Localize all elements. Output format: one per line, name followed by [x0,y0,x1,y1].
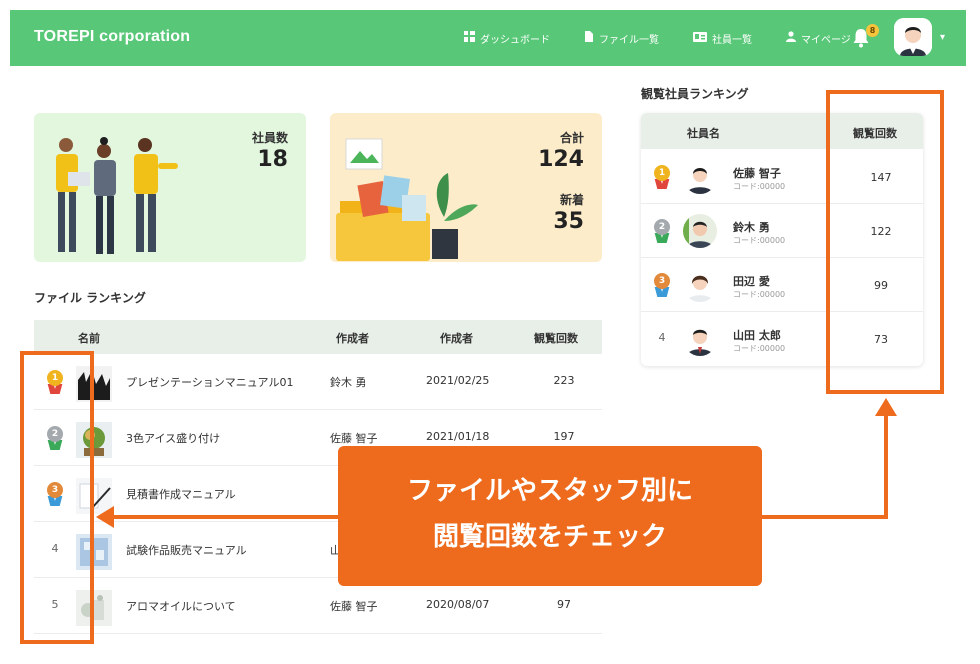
file-row[interactable]: 5 アロマオイルについて 佐藤 智子 2020/08/07 97 [34,578,602,634]
staff-code: コード:00000 [733,290,786,299]
file-date: 2020/08/07 [426,598,490,611]
rank-number: 4 [658,331,666,344]
staff-code: コード:00000 [733,236,786,245]
file-row[interactable]: 1 プレゼンテーションマニュアル01 鈴木 勇 2021/02/25 223 [34,354,602,410]
file-author: 佐藤 智子 [330,600,378,613]
file-count-card: 合計 124 新着 35 [330,113,602,262]
annotation-callout: ファイルやスタッフ別に 閲覧回数をチェック [338,446,762,586]
notification-badge: 8 [866,24,879,37]
col-name[interactable]: 名前 [78,330,100,346]
file-views: 223 [553,374,575,387]
rank-medal-bronze: 3 [651,273,673,299]
user-icon [786,31,796,45]
file-name: アロマオイルについて [126,600,236,613]
file-icon [584,30,594,46]
file-author: 鈴木 勇 [330,376,367,389]
nav-files[interactable]: ファイル一覧 [584,30,659,46]
staff-code: コード:00000 [733,344,786,353]
total-value: 124 [538,147,584,172]
highlight-file-rank [20,351,94,644]
dashboard-icon [464,31,475,45]
staff-name: 鈴木 勇 [733,221,770,234]
file-date: 2021/02/25 [426,374,490,387]
col-date[interactable]: 作成者 [440,330,473,346]
staff-name: 佐藤 智子 [733,167,781,180]
brand-name[interactable]: TOREPI corporation [34,28,190,46]
staff-ranking-title: 観覧社員ランキング [641,87,749,101]
rank-medal-gold: 1 [651,165,673,191]
id-card-icon [693,31,707,45]
staff-code: コード:00000 [733,182,786,191]
col-views[interactable]: 観覧回数 [534,330,578,346]
file-name: 見積書作成マニュアル [126,488,236,501]
file-author: 佐藤 智子 [330,432,378,445]
file-name: プレゼンテーションマニュアル01 [126,376,294,389]
avatar [683,160,717,194]
staff-name: 山田 太郎 [733,329,781,342]
file-views: 197 [553,430,575,443]
new-label: 新着 [559,193,584,207]
file-ranking-title: ファイル ランキング [34,291,146,305]
callout-line-1: ファイルやスタッフ別に [406,476,693,506]
files-illustration [336,138,478,261]
nav-files-label: ファイル一覧 [599,34,659,46]
col-staff-name[interactable]: 社員名 [687,125,720,141]
dashboard-page: TOREPI corporation ダッシュボード ファイル一覧 社員一覧 マ… [0,0,980,664]
avatar [683,268,717,302]
file-name: 3色アイス盛り付け [126,432,221,445]
callout-line-2: 閲覧回数をチェック [432,522,667,552]
nav-mypage[interactable]: マイページ [786,31,851,46]
highlight-staff-views [826,90,944,394]
staff-illustration [56,137,178,254]
user-avatar[interactable] [894,18,932,56]
nav-dashboard[interactable]: ダッシュボード [464,31,550,46]
main-nav: ダッシュボード ファイル一覧 社員一覧 マイページ [464,10,885,66]
file-name: 試験作品販売マニュアル [126,544,247,557]
nav-mypage-label: マイページ [801,34,851,46]
rank-medal-silver: 2 [651,219,673,245]
file-views: 97 [557,598,571,611]
nav-dashboard-label: ダッシュボード [480,34,550,46]
file-date: 2021/01/18 [426,430,490,443]
top-navbar: TOREPI corporation ダッシュボード ファイル一覧 社員一覧 マ… [10,10,966,66]
total-label: 合計 [559,131,584,145]
staff-count-value: 18 [257,147,288,172]
avatar [683,214,717,248]
nav-staff[interactable]: 社員一覧 [693,31,752,46]
staff-count-card: 社員数 18 [34,113,306,262]
new-value: 35 [553,209,584,234]
col-author[interactable]: 作成者 [336,330,369,346]
nav-staff-label: 社員一覧 [712,34,752,46]
chevron-down-icon[interactable]: ▾ [940,32,945,43]
avatar [683,322,717,356]
staff-count-label: 社員数 [251,131,288,145]
staff-name: 田辺 愛 [733,275,770,288]
file-ranking-header: 名前 作成者 作成者 観覧回数 [34,320,602,354]
